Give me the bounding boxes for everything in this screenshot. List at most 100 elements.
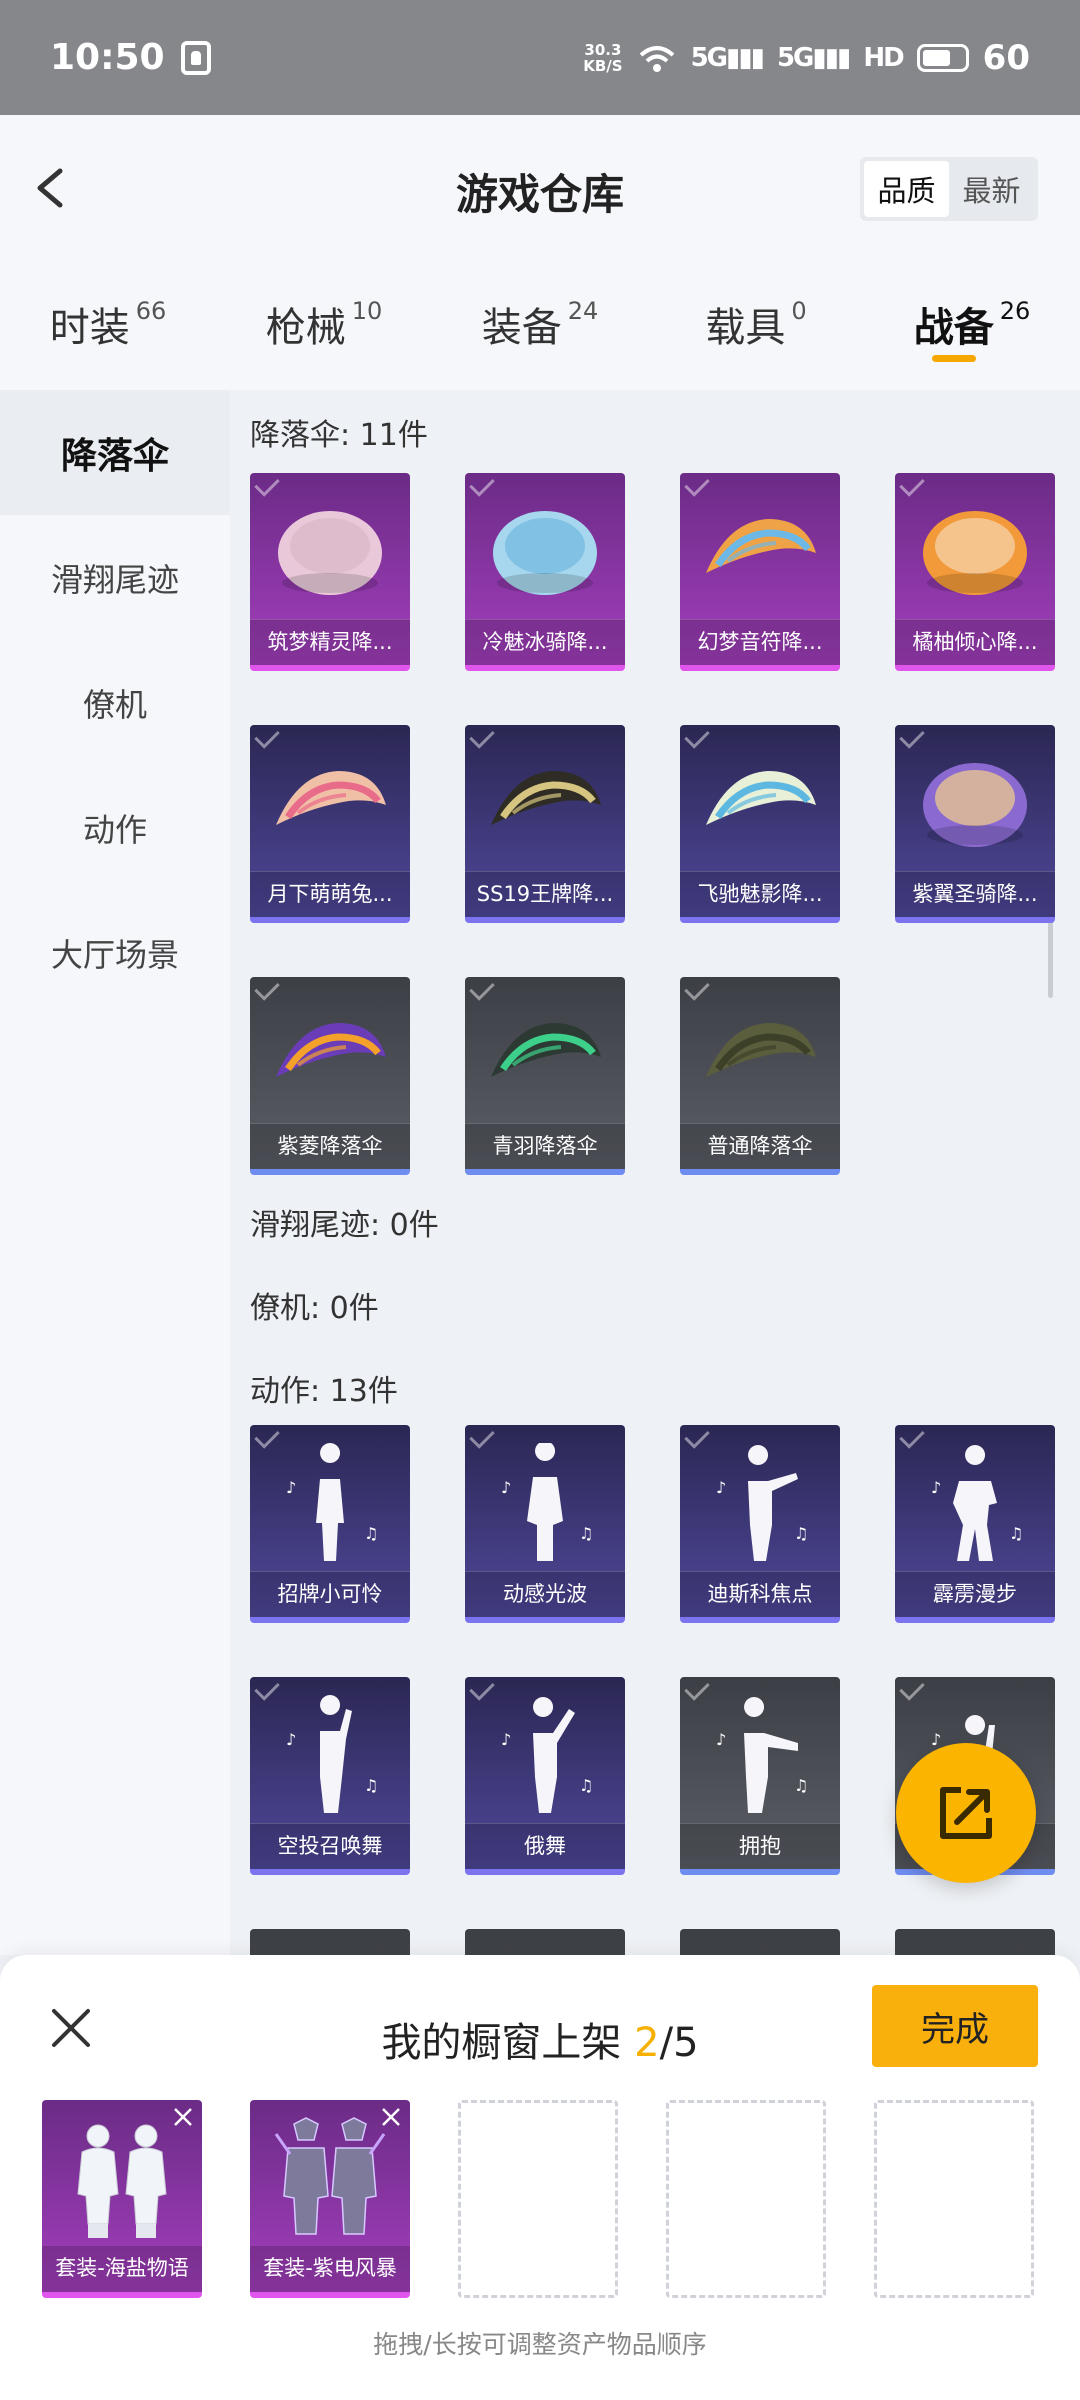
item-card[interactable]: ♪ ♫ 迪斯科焦点 bbox=[680, 1425, 840, 1623]
showcase-slot-1[interactable]: 套装-海盐物语 bbox=[42, 2100, 202, 2298]
item-card[interactable]: 青羽降落伞 bbox=[465, 977, 625, 1175]
item-art bbox=[268, 995, 392, 1125]
svg-text:♫: ♫ bbox=[579, 1524, 593, 1543]
parachute-art bbox=[493, 511, 597, 595]
sidebar-item-emote[interactable]: 动作 bbox=[0, 765, 230, 890]
item-label: SS19王牌降... bbox=[465, 871, 625, 917]
item-card[interactable]: 紫菱降落伞 bbox=[250, 977, 410, 1175]
battery-icon bbox=[916, 43, 969, 72]
item-card[interactable]: 筑梦精灵降... bbox=[250, 473, 410, 671]
parachute-art bbox=[706, 1023, 816, 1077]
item-card[interactable]: 幻梦音符降... bbox=[680, 473, 840, 671]
item-card-partial[interactable] bbox=[895, 1929, 1055, 1955]
item-card[interactable]: ♪ ♫ 招牌小可怜 bbox=[250, 1425, 410, 1623]
showcase-slot-2[interactable]: 套装-紫电风暴 bbox=[250, 2100, 410, 2298]
tab-vehicles[interactable]: 载具 0 bbox=[648, 265, 864, 390]
item-art bbox=[483, 491, 607, 621]
sidebar-item-parachute[interactable]: 降落伞 bbox=[0, 390, 230, 515]
parachute-art bbox=[923, 511, 1027, 595]
showcase-slot-empty-3[interactable] bbox=[458, 2100, 618, 2298]
parachute-art bbox=[706, 519, 816, 573]
item-art: ♪♫ bbox=[268, 1443, 392, 1573]
tab-equipment[interactable]: 装备 24 bbox=[432, 265, 648, 390]
item-label: 空投召唤舞 bbox=[250, 1823, 410, 1869]
share-icon bbox=[940, 1787, 992, 1839]
item-art bbox=[483, 743, 607, 873]
item-grid: 降落伞: 11件 滑翔尾迹: 0件 僚机: 0件 动作: 13件 筑梦精灵降..… bbox=[230, 390, 1080, 1955]
tab-fashion[interactable]: 时装 66 bbox=[0, 265, 216, 390]
item-label: 紫菱降落伞 bbox=[250, 1123, 410, 1169]
item-art bbox=[913, 491, 1037, 621]
outfit-art bbox=[274, 2117, 386, 2235]
sidebar-item-lobby-scene[interactable]: 大厅场景 bbox=[0, 890, 230, 1015]
item-art bbox=[698, 743, 822, 873]
item-card[interactable]: ♪ ♫ 俄舞 bbox=[465, 1677, 625, 1875]
item-label: 动感光波 bbox=[465, 1571, 625, 1617]
item-card-partial[interactable] bbox=[250, 1929, 410, 1955]
parachute-art bbox=[706, 771, 816, 825]
item-card[interactable]: ♪ ♫ 霹雳漫步 bbox=[895, 1425, 1055, 1623]
emote-figure-icon: ♪♫ bbox=[716, 1445, 808, 1561]
svg-text:♫: ♫ bbox=[364, 1776, 378, 1795]
svg-text:♪: ♪ bbox=[716, 1730, 726, 1749]
showcase-count: 2 bbox=[634, 2020, 660, 2066]
parachute-art bbox=[278, 511, 382, 595]
status-time: 10:50 bbox=[50, 37, 165, 78]
emote-figure-icon: ♪♫ bbox=[501, 1443, 593, 1561]
item-label: 青羽降落伞 bbox=[465, 1123, 625, 1169]
svg-text:♪: ♪ bbox=[286, 1730, 296, 1749]
item-card[interactable]: 月下萌萌兔... bbox=[250, 725, 410, 923]
parachute-art bbox=[491, 771, 601, 825]
emote-figure-icon: ♪♫ bbox=[931, 1445, 1023, 1561]
item-card[interactable]: ♪ ♫ 动感光波 bbox=[465, 1425, 625, 1623]
emote-figure-icon: ♪♫ bbox=[501, 1697, 593, 1813]
done-button[interactable]: 完成 bbox=[872, 1985, 1038, 2067]
item-label: 拥抱 bbox=[680, 1823, 840, 1869]
sidebar-item-wingman[interactable]: 僚机 bbox=[0, 640, 230, 765]
item-card-partial[interactable] bbox=[680, 1929, 840, 1955]
item-card[interactable]: ♪ ♫ 拥抱 bbox=[680, 1677, 840, 1875]
item-card[interactable]: 普通降落伞 bbox=[680, 977, 840, 1175]
tab-battle-prep[interactable]: 战备 26 bbox=[864, 265, 1080, 390]
sidebar-item-glide-trail[interactable]: 滑翔尾迹 bbox=[0, 515, 230, 640]
item-label: 幻梦音符降... bbox=[680, 619, 840, 665]
sort-quality-button[interactable]: 品质 bbox=[864, 161, 949, 217]
section-title-parachute: 降落伞: 11件 bbox=[250, 418, 428, 453]
showcase-slot-empty-4[interactable] bbox=[666, 2100, 826, 2298]
item-art: ♪♫ bbox=[698, 1695, 822, 1825]
showcase-sheet: 我的橱窗上架 2/5 完成 套装-海盐物语 套装-紫电风暴 拖拽/长按可调整资产… bbox=[0, 1955, 1080, 2400]
category-tabs: 时装 66 枪械 10 装备 24 载具 0 战备 26 bbox=[0, 265, 1080, 390]
header: 游戏仓库 品质 最新 bbox=[0, 115, 1080, 265]
share-button[interactable] bbox=[896, 1743, 1036, 1883]
signal-5g-icon-2: 5G▮▮▮ bbox=[776, 42, 851, 73]
item-card[interactable]: 紫翼圣骑降... bbox=[895, 725, 1055, 923]
emote-figure-icon: ♪♫ bbox=[716, 1697, 808, 1813]
item-card[interactable]: ♪ ♫ 空投召唤舞 bbox=[250, 1677, 410, 1875]
remove-icon[interactable] bbox=[380, 2106, 402, 2128]
svg-text:♪: ♪ bbox=[501, 1730, 511, 1749]
item-card[interactable]: 橘柚倾心降... bbox=[895, 473, 1055, 671]
showcase-slot-empty-5[interactable] bbox=[874, 2100, 1034, 2298]
item-label: 橘柚倾心降... bbox=[895, 619, 1055, 665]
item-card-partial[interactable] bbox=[465, 1929, 625, 1955]
item-art bbox=[913, 743, 1037, 873]
item-card[interactable]: SS19王牌降... bbox=[465, 725, 625, 923]
signal-5g-icon: 5G▮▮▮ bbox=[690, 42, 765, 73]
sort-toggle[interactable]: 品质 最新 bbox=[860, 157, 1038, 221]
remove-icon[interactable] bbox=[172, 2106, 194, 2128]
svg-text:♪: ♪ bbox=[501, 1478, 511, 1497]
item-label: 月下萌萌兔... bbox=[250, 871, 410, 917]
item-art: ♪♫ bbox=[268, 1695, 392, 1825]
tab-guns[interactable]: 枪械 10 bbox=[216, 265, 432, 390]
svg-text:♪: ♪ bbox=[286, 1478, 296, 1497]
item-art: ♪♫ bbox=[698, 1443, 822, 1573]
item-card[interactable]: 冷魅冰骑降... bbox=[465, 473, 625, 671]
svg-text:♪: ♪ bbox=[931, 1730, 941, 1749]
status-bar: 10:50 30.3 KB/S 5G▮▮▮ 5G▮▮▮ HD 60 bbox=[0, 0, 1080, 115]
reorder-hint: 拖拽/长按可调整资产物品顺序 bbox=[373, 2330, 707, 2359]
item-card[interactable]: 飞驰魅影降... bbox=[680, 725, 840, 923]
section-title-wingman: 僚机: 0件 bbox=[250, 1291, 379, 1326]
parachute-art bbox=[491, 1023, 601, 1077]
sort-newest-button[interactable]: 最新 bbox=[949, 161, 1034, 217]
item-label: 招牌小可怜 bbox=[250, 1571, 410, 1617]
